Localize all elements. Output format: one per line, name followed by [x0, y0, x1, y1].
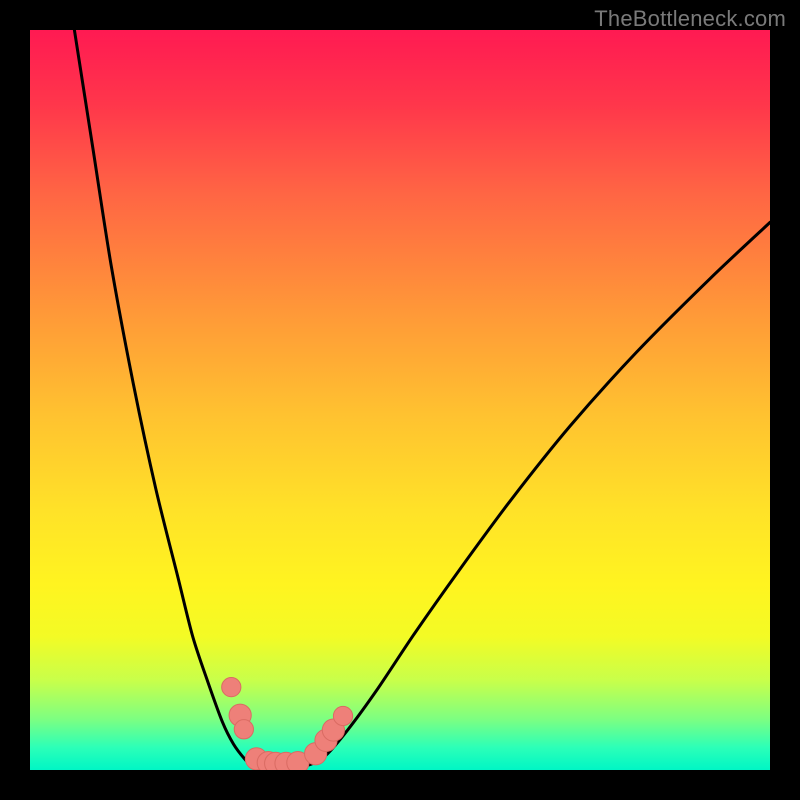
chart-frame: TheBottleneck.com — [0, 0, 800, 800]
bottleneck-curve — [74, 30, 770, 768]
watermark-text: TheBottleneck.com — [594, 6, 786, 32]
data-marker — [333, 706, 352, 725]
curve-group — [74, 30, 770, 768]
curves-layer — [30, 30, 770, 770]
data-marker — [222, 678, 241, 697]
plot-area — [30, 30, 770, 770]
data-marker — [234, 720, 253, 739]
